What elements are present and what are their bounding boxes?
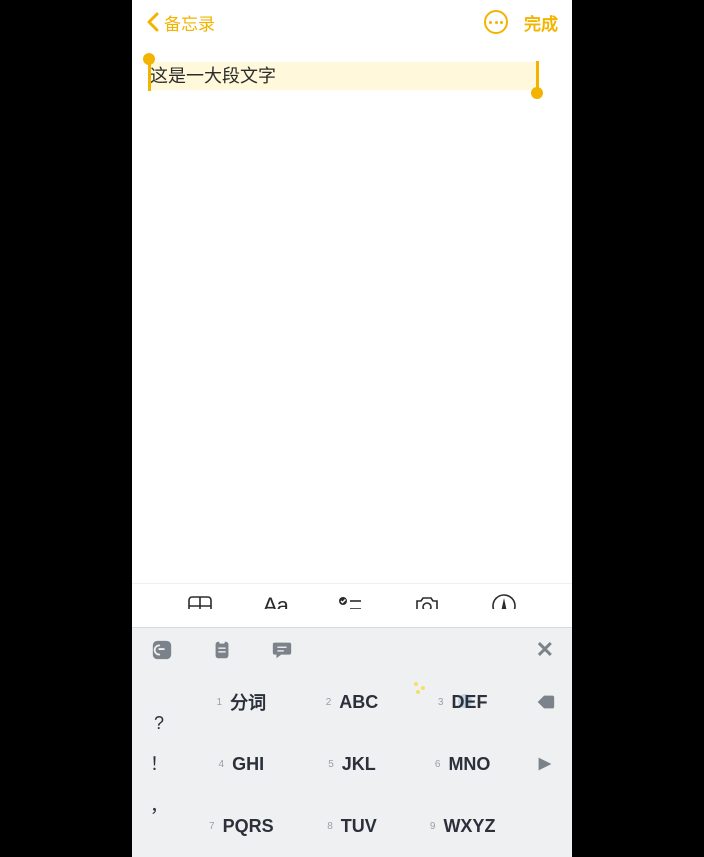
selection-wrapper: 这是一大段文字 [148,62,538,90]
key-3-def[interactable]: 3DEF [407,671,518,733]
table-icon [186,592,214,620]
back-label: 备忘录 [164,10,215,35]
table-button[interactable] [186,592,214,620]
chevron-left-icon [146,12,160,32]
key-7-pqrs[interactable]: 7PQRS [186,795,297,857]
ime-logo-icon [151,639,173,661]
pencil-circle-icon [490,592,518,620]
key-8-tuv[interactable]: 8TUV [297,795,408,857]
selection-handle-start[interactable] [143,53,155,65]
format-toolbar: Aa [132,583,572,627]
keyboard-toolbar: ✕ [132,628,572,671]
dot-icon [495,21,498,24]
clipboard-icon [211,639,233,661]
clipboard-button[interactable] [210,638,234,662]
key-1-fenci[interactable]: 1分词 [186,671,297,733]
key-2-abc[interactable]: 2ABC [297,671,408,733]
key-6-mno[interactable]: 6MNO [407,733,518,795]
note-editor[interactable]: 这是一大段文字 [132,44,572,583]
back-button[interactable]: 备忘录 [146,10,215,35]
checklist-icon [336,592,364,620]
right-key-3[interactable] [518,795,572,857]
key-4-ghi[interactable]: 4GHI [186,733,297,795]
keyboard-close-button[interactable]: ✕ [536,637,554,663]
checklist-button[interactable] [336,592,364,620]
key-5-jkl[interactable]: 5JKL [297,733,408,795]
chat-button[interactable] [270,638,294,662]
dot-icon [489,21,492,24]
key-9-wxyz[interactable]: 9WXYZ [407,795,518,857]
done-button[interactable]: 完成 [524,10,558,35]
chat-icon [271,639,293,661]
text-format-button[interactable]: Aa [263,593,288,619]
draw-button[interactable] [490,592,518,620]
punct-question[interactable]: ? [154,713,164,734]
backspace-icon [534,691,556,713]
camera-button[interactable] [413,592,441,620]
camera-icon [413,592,441,620]
reinput-icon [534,753,556,775]
backspace-key[interactable] [518,671,572,733]
reinput-key[interactable] [518,733,572,795]
selection-handle-end[interactable] [531,87,543,99]
keyboard: ✕ ? ！ ， 1分词 2ABC 3DEF 4GHI 5JKL 6MNO [132,627,572,857]
keyboard-grid: ? ！ ， 1分词 2ABC 3DEF 4GHI 5JKL 6MNO [132,671,572,857]
punct-exclaim[interactable]: ！ [150,750,168,776]
nav-bar: 备忘录 完成 [132,0,572,44]
ime-logo-button[interactable] [150,638,174,662]
more-button[interactable] [484,10,508,34]
selected-text[interactable]: 这是一大段文字 [148,62,538,90]
punctuation-column[interactable]: ? ！ ， [132,671,186,857]
punct-comma[interactable]: ， [150,792,168,818]
nav-right: 完成 [484,10,558,35]
app-viewport: 备忘录 完成 这是一大段文字 Aa [132,0,572,857]
dot-icon [500,21,503,24]
